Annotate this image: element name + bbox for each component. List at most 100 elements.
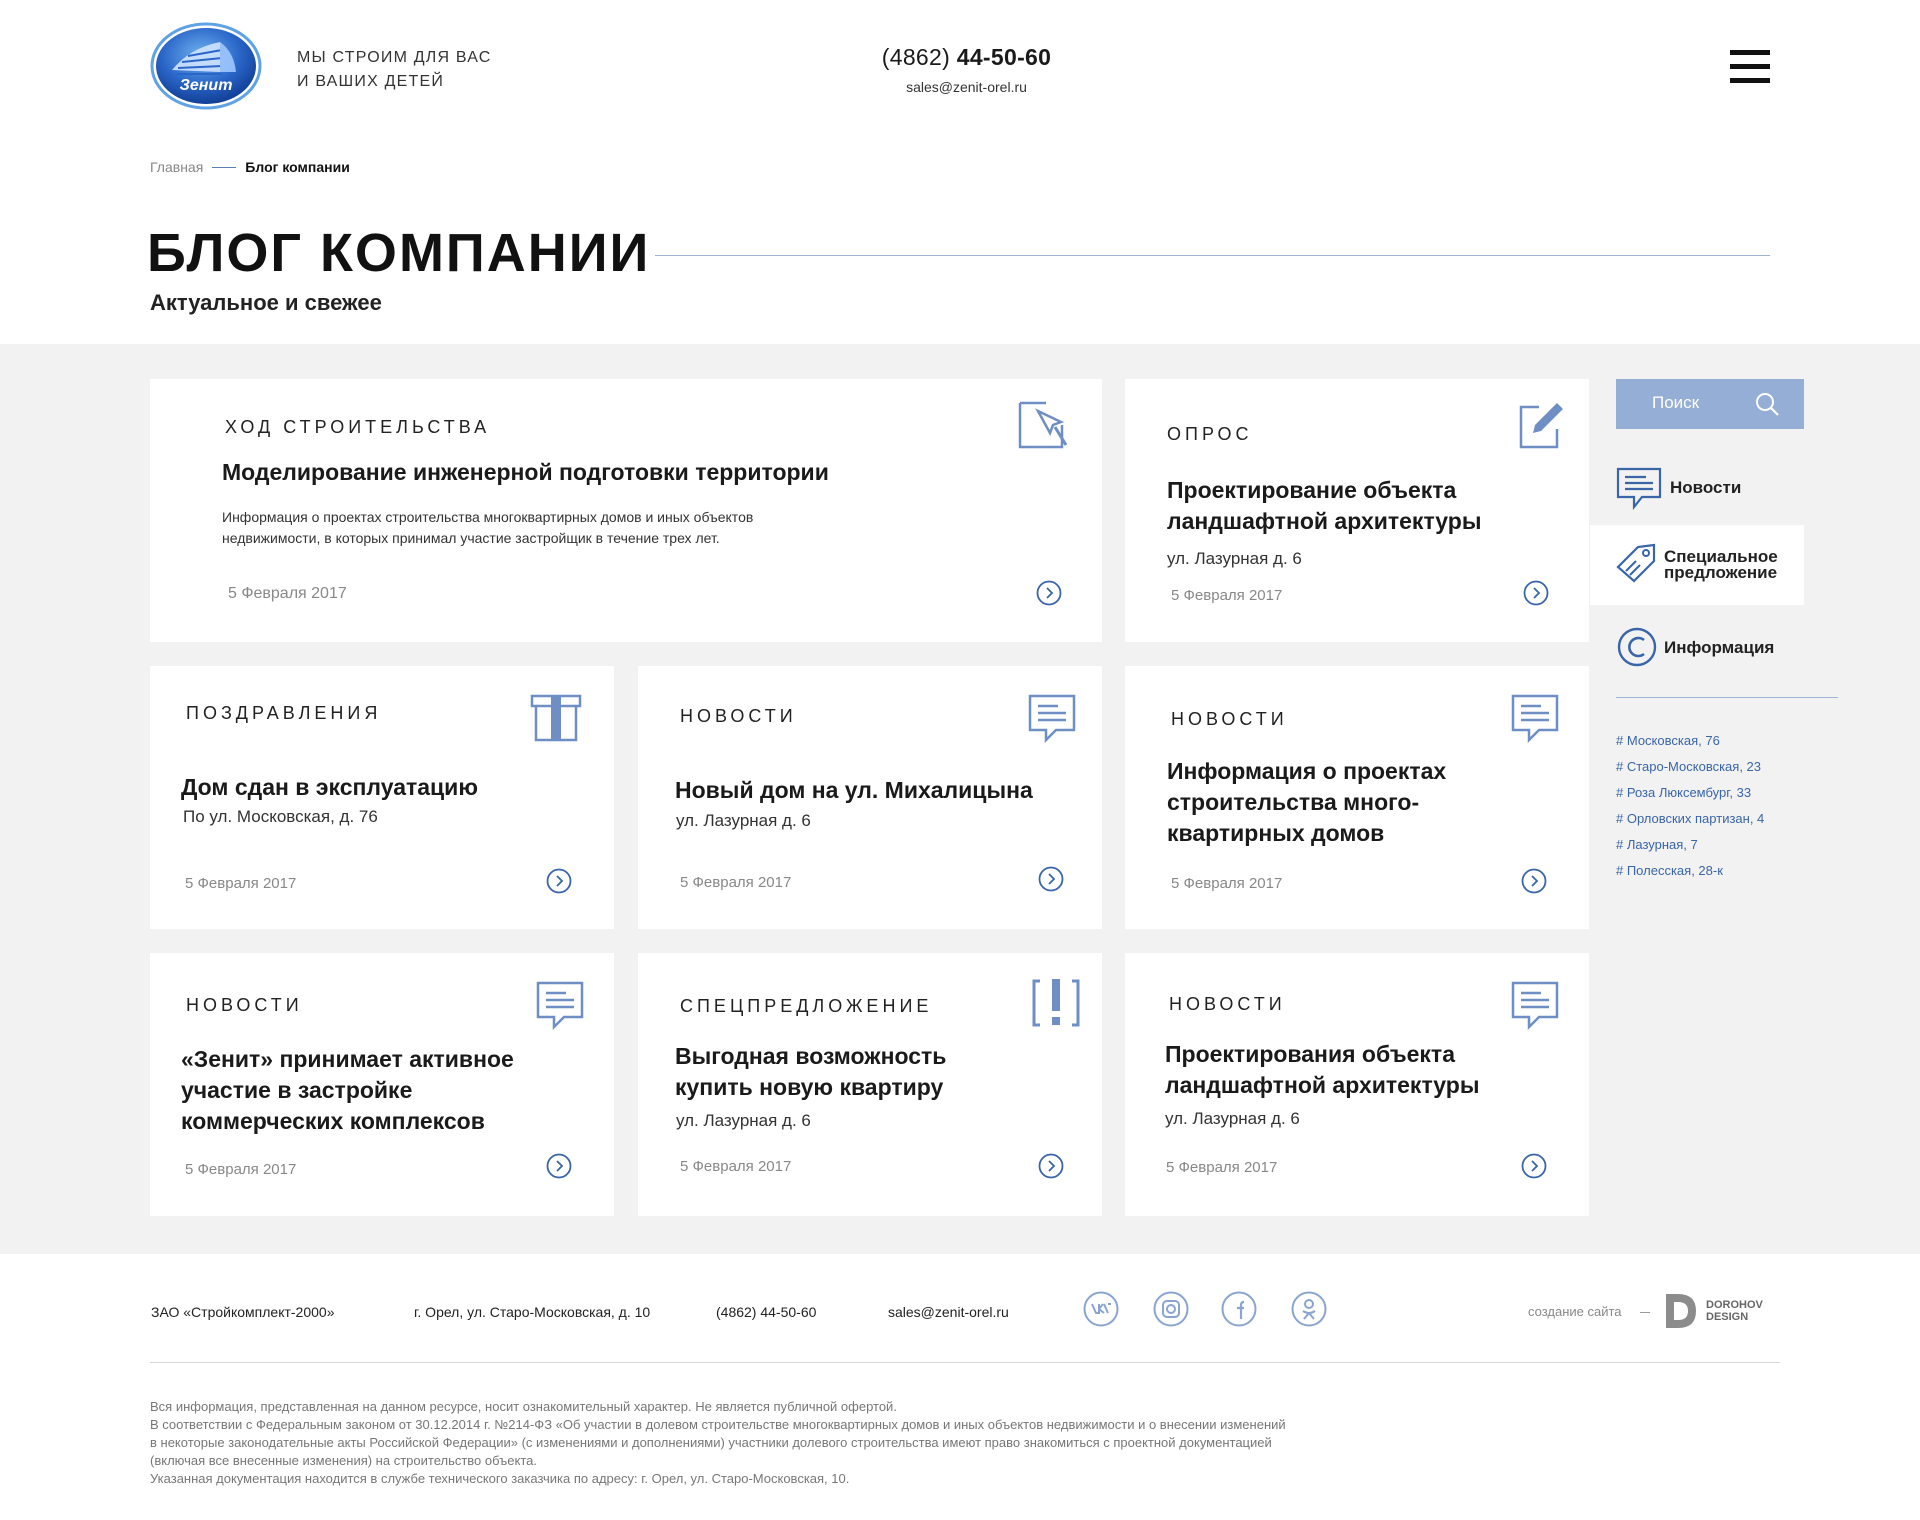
footer-disclaimer: Вся информация, представленная на данном… (150, 1398, 1400, 1488)
card-category: НОВОСТИ (680, 706, 797, 726)
title-divider (655, 255, 1770, 256)
news-icon (1616, 467, 1662, 511)
slogan: МЫ СТРОИМ ДЛЯ ВАС И ВАШИХ ДЕТЕЙ (297, 46, 492, 94)
card-title-line: ландшафтной архитектуры (1165, 1072, 1480, 1098)
copyright-icon (1617, 627, 1657, 667)
tag-link[interactable]: # Лазурная, 7 (1616, 837, 1764, 863)
arrow-right-icon[interactable] (1521, 868, 1547, 894)
disclaimer-line: Вся информация, представленная на данном… (150, 1399, 897, 1414)
card-title-line: квартирных домов (1167, 820, 1385, 846)
blog-card[interactable]: СПЕЦПРЕДЛОЖЕНИЕ Выгодная возможность куп… (638, 953, 1102, 1216)
logo-text: Зенит (180, 77, 233, 94)
card-date: 5 Февраля 2017 (185, 1161, 297, 1178)
card-category: НОВОСТИ (1171, 709, 1288, 729)
card-title[interactable]: Моделирование инженерной подготовки терр… (222, 457, 829, 488)
phone-code: (4862) (881, 44, 957, 70)
card-title[interactable]: Проектирования объекта ландшафтной архит… (1165, 1039, 1479, 1101)
tag-icon (1616, 543, 1656, 583)
tag-link[interactable]: # Орловских партизан, 4 (1616, 811, 1764, 837)
sidebar-item-label: Новости (1670, 478, 1742, 497)
header-phone[interactable]: (4862) 44-50-60 (880, 44, 1053, 71)
card-title[interactable]: Дом сдан в эксплуатацию (181, 772, 478, 803)
sidebar-item-special-offer[interactable]: Специальное предложение (1590, 525, 1804, 605)
arrow-right-icon[interactable] (1521, 1153, 1547, 1179)
card-category: ХОД СТРОИТЕЛЬСТВА (225, 417, 491, 437)
tag-link[interactable]: # Старо-Московская, 23 (1616, 759, 1764, 785)
search-icon (1756, 393, 1779, 416)
blog-card[interactable]: ХОД СТРОИТЕЛЬСТВА Моделирование инженерн… (150, 379, 1102, 642)
arrow-right-icon[interactable] (546, 1153, 572, 1179)
card-address: ул. Лазурная д. 6 (1165, 1109, 1300, 1128)
card-title[interactable]: Новый дом на ул. Михалицына (675, 775, 1033, 806)
sidebar-divider (1616, 697, 1838, 698)
odnoklassniki-icon[interactable] (1291, 1291, 1327, 1327)
card-category: ПОЗДРАВЛЕНИЯ (186, 703, 382, 723)
dorohov-logo-icon[interactable] (1664, 1292, 1698, 1330)
disclaimer-line: Указанная документация находится в служб… (150, 1471, 850, 1486)
dorohov-text[interactable]: DOROHOV DESIGN (1706, 1299, 1763, 1323)
sidebar-item-label: Информация (1664, 638, 1775, 657)
card-category: НОВОСТИ (186, 995, 303, 1015)
vk-icon[interactable] (1083, 1291, 1119, 1327)
card-title-line: Проектирование объекта (1167, 477, 1457, 503)
blog-card[interactable]: НОВОСТИ Новый дом на ул. Михалицына ул. … (638, 666, 1102, 929)
tag-link[interactable]: # Московская, 76 (1616, 733, 1764, 759)
construction-plan-icon (1018, 401, 1068, 449)
news-document-icon (1511, 694, 1559, 744)
facebook-icon[interactable] (1221, 1291, 1257, 1327)
disclaimer-line: В соответствии с Федеральным законом от … (150, 1417, 1286, 1432)
breadcrumb-home[interactable]: Главная (150, 159, 203, 175)
dorohov-line: DESIGN (1706, 1311, 1749, 1323)
hamburger-icon[interactable] (1730, 50, 1770, 90)
blog-card[interactable]: ОПРОС Проектирование объекта ландшафтной… (1125, 379, 1589, 642)
arrow-right-icon[interactable] (1038, 1153, 1064, 1179)
blog-card[interactable]: НОВОСТИ Информация о проектах строительс… (1125, 666, 1589, 929)
footer-email[interactable]: sales@zenit-orel.ru (888, 1304, 1009, 1320)
card-title[interactable]: «Зенит» принимает активное участие в зас… (181, 1044, 514, 1137)
arrow-right-icon[interactable] (1038, 866, 1064, 892)
tag-link[interactable]: # Роза Люксембург, 33 (1616, 785, 1764, 811)
credit-text: создание сайта (1528, 1304, 1622, 1319)
page-subtitle: Актуальное и свежее (150, 290, 382, 315)
blog-card[interactable]: НОВОСТИ Проектирования объекта ландшафтн… (1125, 953, 1589, 1216)
card-description: Информация о проектах строительства мног… (222, 507, 753, 549)
card-title[interactable]: Проектирование объекта ландшафтной архит… (1167, 475, 1481, 537)
search-button[interactable]: Поиск (1616, 379, 1804, 429)
poll-edit-icon (1519, 403, 1563, 449)
arrow-right-icon[interactable] (1036, 580, 1062, 606)
card-date: 5 Февраля 2017 (1171, 875, 1283, 892)
tag-list: # Московская, 76 # Старо-Московская, 23 … (1616, 733, 1764, 889)
card-address: ул. Лазурная д. 6 (676, 811, 811, 830)
card-category: НОВОСТИ (1169, 994, 1286, 1014)
header-email[interactable]: sales@zenit-orel.ru (880, 79, 1053, 95)
breadcrumb-current: Блог компании (245, 159, 350, 175)
card-title[interactable]: Выгодная возможность купить новую кварти… (675, 1041, 946, 1103)
slogan-line1: МЫ СТРОИМ ДЛЯ ВАС (297, 49, 492, 66)
footer: ЗАО «Стройкомплект-2000» г. Орел, ул. Ст… (0, 1254, 1920, 1520)
instagram-icon[interactable] (1153, 1291, 1189, 1327)
card-date: 5 Февраля 2017 (680, 874, 792, 891)
sidebar-item-information[interactable]: Информация (1590, 606, 1804, 686)
footer-phone[interactable]: (4862) 44-50-60 (716, 1304, 816, 1320)
arrow-right-icon[interactable] (546, 868, 572, 894)
search-label: Поиск (1652, 393, 1700, 412)
tag-link[interactable]: # Полесская, 28-к (1616, 863, 1764, 889)
card-title[interactable]: Информация о проектах строительства мног… (1167, 756, 1446, 849)
card-date: 5 Февраля 2017 (680, 1158, 792, 1175)
sidebar-item-news[interactable]: Новости (1590, 448, 1804, 528)
blog-card[interactable]: ПОЗДРАВЛЕНИЯ Дом сдан в эксплуатацию По … (150, 666, 614, 929)
card-description-line: Информация о проектах строительства мног… (222, 509, 754, 525)
exclamation-icon (1032, 979, 1080, 1027)
page-title: БЛОГ КОМПАНИИ (147, 223, 651, 283)
arrow-right-icon[interactable] (1523, 580, 1549, 606)
dorohov-line: DOROHOV (1706, 1299, 1763, 1311)
card-date: 5 Февраля 2017 (1171, 587, 1283, 604)
card-address: ул. Лазурная д. 6 (1167, 549, 1302, 568)
card-category: СПЕЦПРЕДЛОЖЕНИЕ (680, 996, 933, 1016)
zenit-logo[interactable]: Зенит (150, 22, 262, 110)
sidebar-item-label: Специальное предложение (1664, 548, 1778, 581)
header: Зенит МЫ СТРОИМ ДЛЯ ВАС И ВАШИХ ДЕТЕЙ (4… (0, 0, 1920, 130)
blog-card[interactable]: НОВОСТИ «Зенит» принимает активное участ… (150, 953, 614, 1216)
card-title-line: участие в застройке (181, 1077, 413, 1103)
phone-number: 44-50-60 (956, 44, 1052, 70)
